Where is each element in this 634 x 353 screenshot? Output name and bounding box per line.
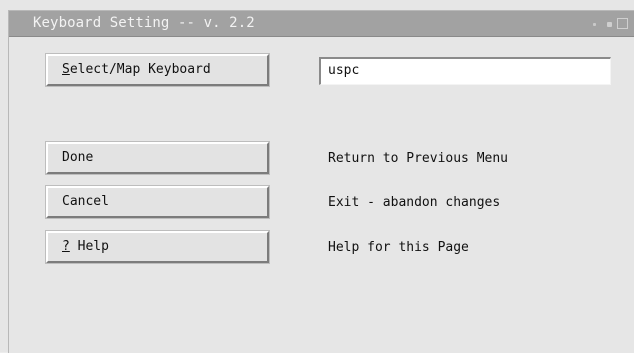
select-map-keyboard-label: elect/Map Keyboard [69, 62, 211, 77]
title-bar[interactable]: Keyboard Setting -- v. 2.2 [9, 11, 634, 37]
mnemonic-s: S [62, 62, 70, 77]
done-description: Return to Previous Menu [328, 151, 509, 166]
cancel-button[interactable]: Cancel [45, 185, 270, 219]
minimize-icon[interactable] [593, 23, 596, 26]
help-button[interactable]: ? Help [45, 230, 270, 264]
keyboard-layout-field[interactable]: uspc [319, 57, 611, 85]
maximize-icon[interactable] [617, 18, 628, 29]
restore-icon[interactable] [607, 22, 612, 27]
window-title: Keyboard Setting -- v. 2.2 [33, 15, 255, 31]
cancel-description: Exit - abandon changes [328, 195, 501, 210]
select-map-keyboard-button[interactable]: Select/Map Keyboard [45, 53, 270, 87]
help-description: Help for this Page [328, 240, 469, 255]
done-label: Done [62, 150, 94, 165]
keyboard-setting-window: Keyboard Setting -- v. 2.2 Select/Map Ke… [0, 0, 634, 353]
help-label: Help [69, 239, 109, 254]
done-button[interactable]: Done [45, 141, 270, 175]
cancel-label: Cancel [62, 194, 109, 209]
help-mnemonic: ? [62, 239, 70, 254]
